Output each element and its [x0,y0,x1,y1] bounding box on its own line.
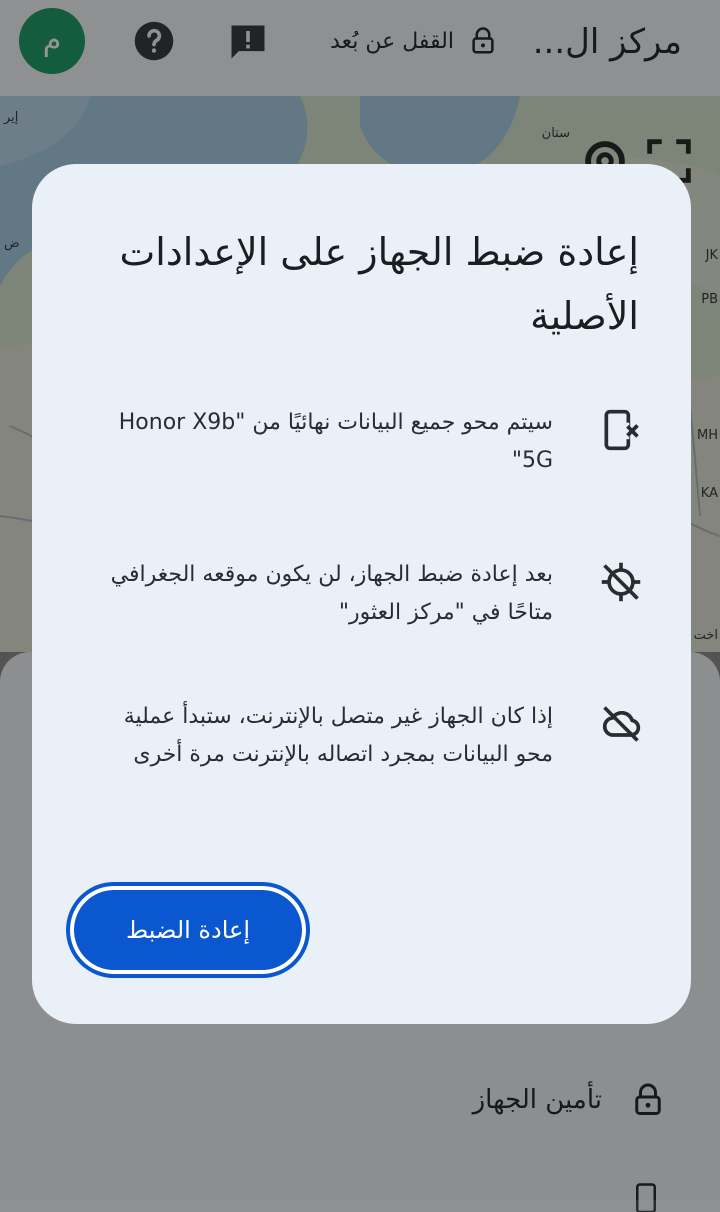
info-text-erase-data: سيتم محو جميع البيانات نهائيًا من "Honor… [87,404,553,480]
info-text-location-off: بعد إعادة ضبط الجهاز، لن يكون موقعه الجغ… [87,556,553,632]
reset-button[interactable]: إعادة الضبط [74,890,302,970]
info-text-offline-device: إذا كان الجهاز غير متصل بالإنترنت، ستبدأ… [87,698,553,774]
location-off-icon [599,560,643,604]
info-item-erase-data: سيتم محو جميع البيانات نهائيًا من "Honor… [83,404,643,480]
dialog-title: إعادة ضبط الجهاز على الإعدادات الأصلية [79,220,639,348]
info-item-offline-device: إذا كان الجهاز غير متصل بالإنترنت، ستبدأ… [83,698,643,774]
factory-reset-dialog: إعادة ضبط الجهاز على الإعدادات الأصلية س… [32,164,691,1024]
phone-erase-icon [599,408,643,452]
cloud-off-icon [599,702,643,746]
info-item-location-off: بعد إعادة ضبط الجهاز، لن يكون موقعه الجغ… [83,556,643,632]
